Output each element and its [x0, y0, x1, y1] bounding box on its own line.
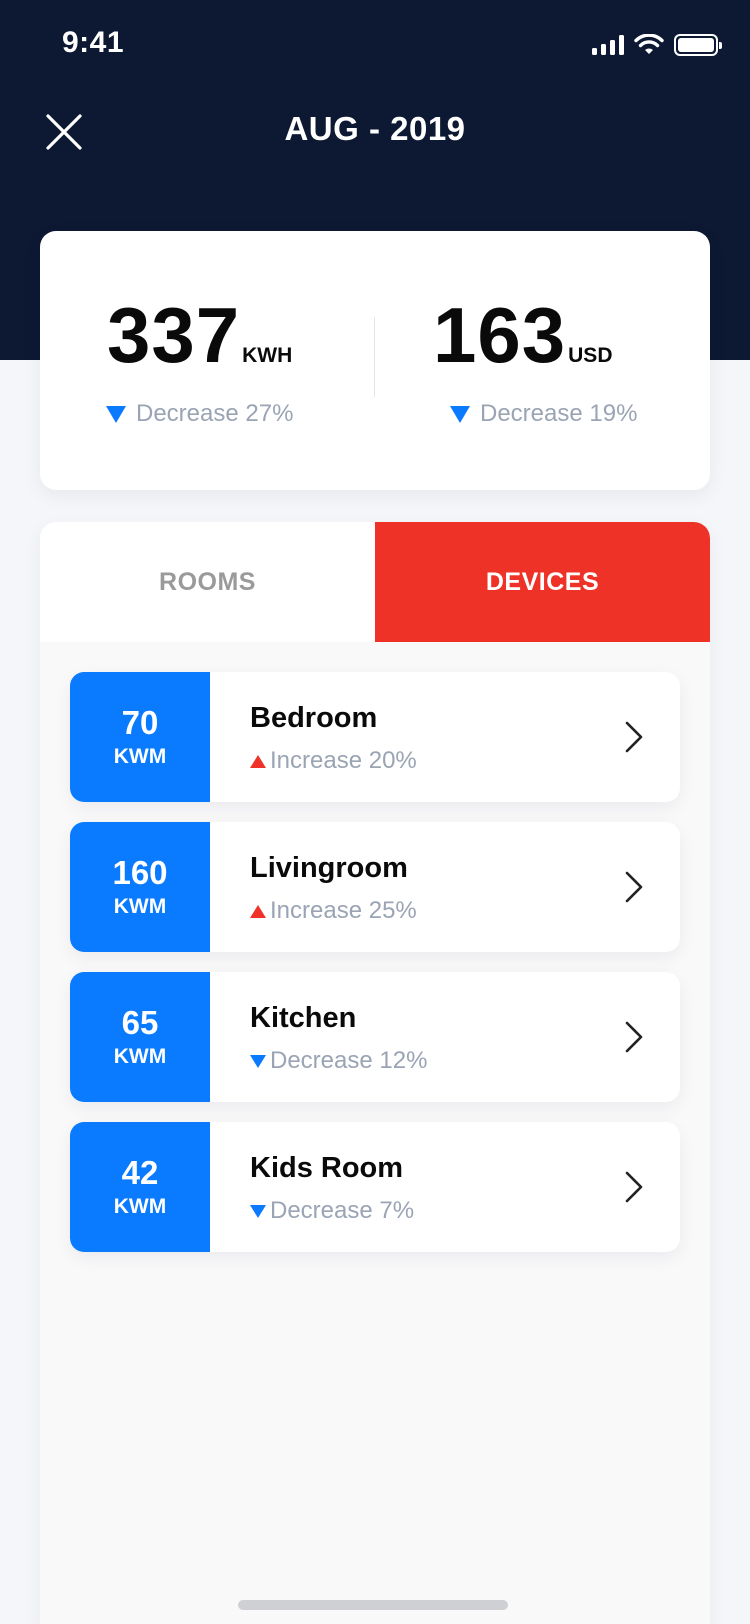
- status-time: 9:41: [62, 26, 125, 59]
- usage-badge: 70 KWM: [70, 672, 210, 802]
- room-card-kitchen[interactable]: 65 KWM Kitchen Decrease 12%: [70, 972, 680, 1102]
- room-change: Decrease 12%: [250, 1047, 427, 1075]
- room-card-kids-room[interactable]: 42 KWM Kids Room Decrease 7%: [70, 1122, 680, 1252]
- summary-divider: [374, 317, 375, 397]
- energy-unit: KWH: [242, 344, 293, 367]
- triangle-up-icon: [250, 754, 266, 768]
- room-name: Livingroom: [250, 852, 408, 884]
- room-change-text: Increase 20%: [270, 747, 417, 774]
- energy-stat: 337KWH: [107, 293, 292, 377]
- triangle-down-icon: [250, 1204, 266, 1218]
- energy-change: Decrease 27%: [106, 400, 293, 428]
- room-change: Decrease 7%: [250, 1197, 414, 1225]
- triangle-up-icon: [250, 904, 266, 918]
- home-indicator[interactable]: [238, 1600, 508, 1610]
- energy-value: 337: [107, 291, 241, 379]
- chevron-right-icon: [625, 1171, 643, 1203]
- room-name: Kitchen: [250, 1002, 357, 1034]
- room-card-bedroom[interactable]: 70 KWM Bedroom Increase 20%: [70, 672, 680, 802]
- tab-bar: ROOMS DEVICES: [40, 522, 710, 642]
- triangle-down-icon: [106, 405, 126, 423]
- usage-value: 160: [112, 854, 168, 891]
- room-change-text: Decrease 7%: [270, 1197, 415, 1224]
- cost-value: 163: [433, 291, 567, 379]
- usage-value: 65: [121, 1004, 159, 1041]
- usage-unit: KWM: [113, 1195, 167, 1218]
- usage-unit: KWM: [113, 745, 167, 768]
- battery-icon: [674, 34, 722, 56]
- room-name: Bedroom: [250, 702, 378, 734]
- cellular-signal-icon: [592, 35, 624, 55]
- triangle-down-icon: [250, 1054, 266, 1068]
- room-change: Increase 25%: [250, 897, 417, 925]
- page-title: AUG - 2019: [284, 110, 466, 147]
- usage-badge: 65 KWM: [70, 972, 210, 1102]
- wifi-icon: [634, 34, 664, 54]
- room-change-text: Increase 25%: [270, 897, 417, 924]
- room-card-livingroom[interactable]: 160 KWM Livingroom Increase 25%: [70, 822, 680, 952]
- tab-rooms[interactable]: ROOMS: [40, 522, 375, 642]
- usage-unit: KWM: [113, 1045, 167, 1068]
- energy-change-text: Decrease 27%: [136, 400, 294, 427]
- chevron-right-icon: [625, 1021, 643, 1053]
- status-icons: [592, 32, 722, 58]
- cost-unit: USD: [568, 344, 613, 367]
- room-change: Increase 20%: [250, 747, 417, 775]
- triangle-down-icon: [450, 405, 470, 423]
- cost-change-text: Decrease 19%: [480, 400, 638, 427]
- usage-value: 42: [121, 1154, 159, 1191]
- breakdown-panel: ROOMS DEVICES 70 KWM Bedroom Increase 20…: [40, 522, 710, 1624]
- cost-change: Decrease 19%: [450, 400, 637, 428]
- usage-badge: 42 KWM: [70, 1122, 210, 1252]
- usage-value: 70: [121, 704, 159, 741]
- tab-devices[interactable]: DEVICES: [375, 522, 710, 642]
- cost-stat: 163USD: [433, 293, 612, 377]
- usage-badge: 160 KWM: [70, 822, 210, 952]
- status-bar: 9:41: [0, 0, 750, 90]
- chevron-right-icon: [625, 871, 643, 903]
- room-change-text: Decrease 12%: [270, 1047, 428, 1074]
- usage-unit: KWM: [113, 895, 167, 918]
- room-name: Kids Room: [250, 1152, 404, 1184]
- chevron-right-icon: [625, 721, 643, 753]
